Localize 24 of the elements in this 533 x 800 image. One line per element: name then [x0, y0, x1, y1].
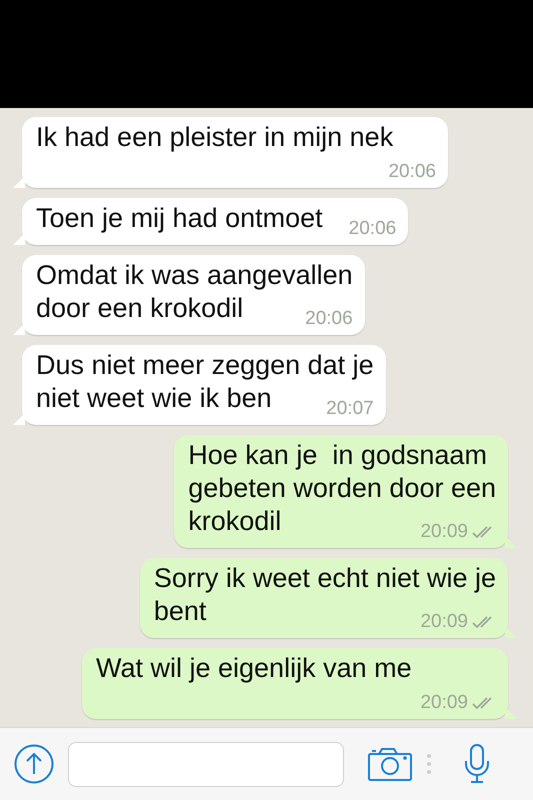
message-text: Sorry ik weet echt niet wie je [154, 562, 496, 595]
divider-dots-icon [426, 753, 432, 775]
camera-icon[interactable] [368, 747, 412, 781]
upload-icon[interactable] [14, 744, 54, 784]
message-text: Wat wil je eigenlijk van me [96, 652, 412, 685]
message-text: Ik had een pleister in mijn nek [36, 121, 394, 154]
message-text: Dus niet meer zeggen dat je [36, 349, 374, 382]
message-time: 20:06 [388, 160, 436, 184]
message-text: Toen je mij had ontmoet [36, 202, 323, 235]
message-text: bent [154, 595, 206, 628]
message-time: 20:06 [305, 307, 353, 331]
message-text: door een krokodil [36, 292, 244, 325]
message-input[interactable] [68, 742, 344, 786]
message-text: Hoe kan je in godsnaam [188, 439, 488, 472]
message-time: 20:09 [420, 610, 468, 634]
message-time: 20:07 [326, 397, 374, 421]
message-text: krokodil [188, 505, 282, 538]
message-time: 20:09 [420, 520, 468, 544]
message-time: 20:09 [420, 691, 468, 715]
message-text: gebeten worden door een [188, 472, 496, 505]
microphone-icon[interactable] [464, 744, 490, 784]
message-time: 20:06 [348, 217, 396, 241]
message-text: niet weet wie ik ben [36, 382, 272, 415]
message-text: Omdat ik was aangevallen [36, 259, 353, 292]
